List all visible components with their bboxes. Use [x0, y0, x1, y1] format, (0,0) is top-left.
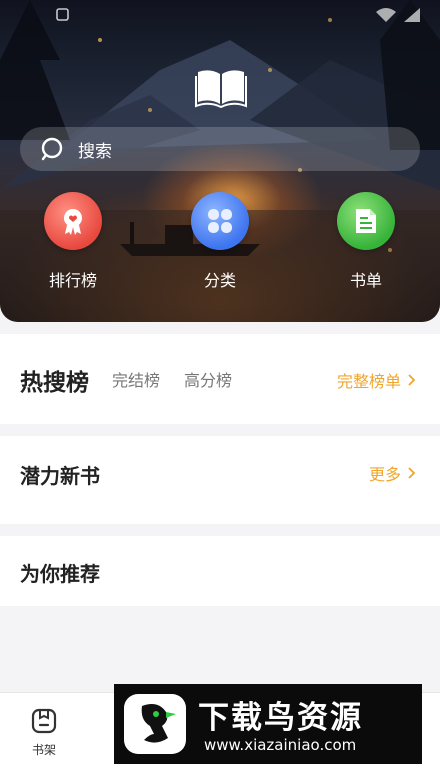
recommend-title: 为你推荐	[20, 562, 100, 586]
chevron-right-icon	[408, 374, 416, 386]
potential-new-books-section: 潜力新书 更多	[0, 436, 440, 524]
hot-search-section: 热搜榜 完结榜 高分榜 完整榜单	[0, 334, 440, 424]
nav-bookshelf[interactable]: 书架	[22, 707, 66, 758]
open-book-icon	[195, 70, 247, 108]
tab-completed[interactable]: 完结榜	[112, 367, 160, 391]
status-bar	[56, 8, 420, 22]
more-link[interactable]: 更多	[369, 461, 416, 485]
notification-icon	[56, 8, 69, 21]
search-placeholder: 搜索	[78, 141, 112, 162]
search-icon	[41, 137, 63, 161]
wifi-icon	[376, 8, 396, 22]
watermark-title: 下载鸟资源	[198, 700, 363, 736]
booklist-icon	[337, 192, 395, 250]
category-shortcut[interactable]: 分类	[175, 192, 265, 291]
hot-search-title: 热搜榜	[20, 370, 89, 396]
bookshelf-icon	[31, 708, 57, 734]
booklist-label: 书单	[349, 271, 382, 290]
booklist-shortcut[interactable]: 书单	[321, 192, 411, 291]
tab-high-score[interactable]: 高分榜	[184, 367, 232, 391]
ranking-medal-icon	[44, 192, 102, 250]
chevron-right-icon	[408, 467, 416, 479]
bird-logo-icon	[124, 694, 186, 754]
signal-icon	[404, 8, 420, 22]
category-label: 分类	[203, 271, 236, 290]
recommend-section: 为你推荐	[0, 536, 440, 606]
nav-bookshelf-label: 书架	[31, 743, 56, 757]
ranking-shortcut[interactable]: 排行榜	[28, 192, 118, 291]
ranking-label: 排行榜	[48, 271, 97, 290]
full-ranking-label: 完整榜单	[336, 372, 401, 391]
full-ranking-link[interactable]: 完整榜单	[337, 368, 416, 392]
more-label: 更多	[368, 465, 401, 484]
search-bar[interactable]: 搜索	[20, 127, 420, 171]
watermark-url: www.xiazainiao.com	[204, 736, 357, 754]
hero-header: 搜索 排行榜 分类 书单	[0, 0, 440, 322]
category-grid-icon	[191, 192, 249, 250]
potential-new-title: 潜力新书	[20, 464, 100, 488]
watermark-banner: 下载鸟资源 www.xiazainiao.com	[114, 684, 422, 764]
